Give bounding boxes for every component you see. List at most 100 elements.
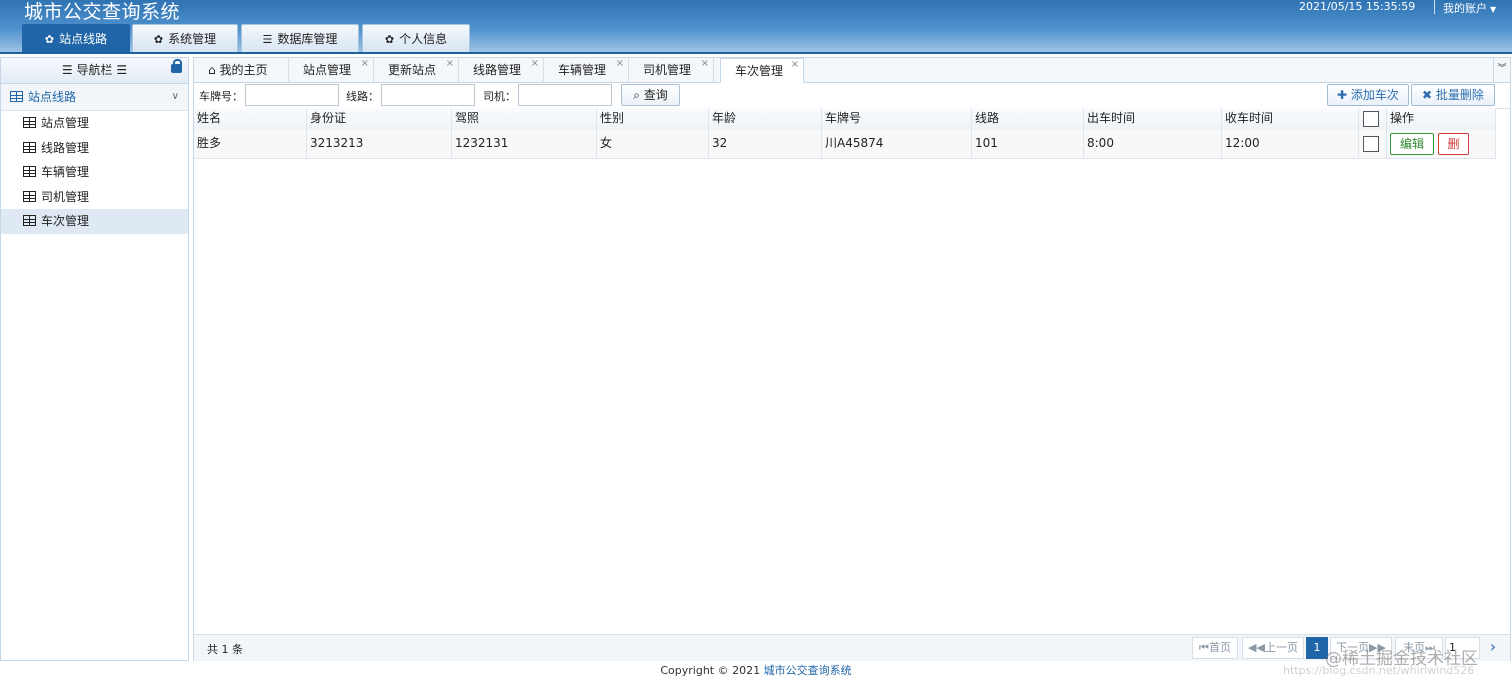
current-datetime: 2021/05/15 15:35:59 — [1299, 0, 1416, 13]
cell-age: 32 — [709, 130, 822, 158]
tab-label: 司机管理 — [643, 63, 692, 77]
plus-icon: ✚ — [1337, 88, 1351, 102]
close-icon[interactable]: × — [446, 52, 454, 76]
column-header[interactable]: 身份证 — [307, 108, 452, 130]
lock-icon[interactable] — [171, 59, 182, 73]
search-icon: ⌕ — [633, 88, 644, 102]
add-trip-label: 添加车次 — [1350, 88, 1399, 102]
route-input[interactable] — [381, 84, 475, 106]
column-header[interactable]: 年龄 — [709, 108, 822, 130]
tab-trips[interactable]: 车次管理 × — [720, 58, 804, 83]
sidebar-item-vehicles[interactable]: 车辆管理 — [1, 160, 188, 185]
add-trip-button[interactable]: ✚ 添加车次 — [1327, 84, 1409, 106]
sidebar: ☰ 导航栏 ☰ 站点线路 ∨ 站点管理 线路管理 车辆管理 司机管理 车次管理 — [0, 57, 189, 661]
sidebar-item-drivers[interactable]: 司机管理 — [1, 185, 188, 210]
query-button-label: 查询 — [643, 88, 668, 102]
account-label: 我的账户 — [1443, 2, 1487, 15]
sidebar-item-stations[interactable]: 站点管理 — [1, 111, 188, 136]
sidebar-item-label: 车次管理 — [41, 214, 90, 229]
column-header[interactable]: 车牌号 — [822, 108, 972, 130]
sidebar-item-label: 车辆管理 — [41, 165, 90, 180]
pagination-bar: 共 1 条 ⏮首页 ◀◀上一页 1 下一页▶▶ 末页⏭ 1 › — [194, 634, 1510, 661]
cell-gender: 女 — [597, 130, 709, 158]
column-header[interactable]: 性别 — [597, 108, 709, 130]
tab-update-station[interactable]: 更新站点 × — [374, 58, 459, 82]
table-icon — [23, 117, 36, 128]
watermark: @稀土掘金技术社区 — [1325, 649, 1478, 669]
tab-drivers[interactable]: 司机管理 × — [629, 58, 714, 82]
main-tab-database[interactable]: ☰ 数据库管理 — [241, 24, 359, 52]
column-header: 操作 — [1387, 108, 1496, 130]
tab-scroll-button[interactable]: ︾ — [1493, 58, 1510, 82]
cell-id-card: 3213213 — [307, 130, 452, 158]
tab-home[interactable]: ⌂ 我的主页 — [194, 58, 289, 82]
main-tab-label: 系统管理 — [168, 32, 217, 46]
chevron-right-icon: › — [1489, 637, 1497, 656]
close-icon[interactable]: × — [616, 52, 624, 76]
go-page-button[interactable]: › — [1482, 637, 1504, 659]
tab-routes[interactable]: 线路管理 × — [459, 58, 544, 82]
row-select-cell — [1359, 130, 1387, 158]
search-toolbar: 车牌号： 线路： 司机： ⌕ 查询 ✚ 添加车次 ✖ 批量删除 — [194, 82, 1510, 109]
driver-input[interactable] — [518, 84, 612, 106]
gear-icon: ✿ — [384, 33, 395, 46]
main-tab-system[interactable]: ✿ 系统管理 — [132, 24, 238, 52]
delete-button[interactable]: 删 — [1438, 133, 1469, 155]
row-checkbox[interactable] — [1363, 135, 1379, 152]
app-header: 城市公交查询系统 2021/05/15 15:35:59 我的账户 ▼ ✿ 站点线路… — [0, 0, 1512, 54]
column-header[interactable]: 线路 — [972, 108, 1084, 130]
tab-label: 线路管理 — [473, 63, 522, 77]
menu-icon: ☰ — [112, 63, 128, 77]
home-icon: ⌂ — [208, 63, 220, 77]
driver-label: 司机： — [483, 90, 516, 103]
rewind-icon: ◀◀ — [1248, 641, 1265, 654]
content-tabbar: ⌂ 我的主页 站点管理 × 更新站点 × 线路管理 × 车辆管理 × 司机管理 × 车次管… — [194, 58, 1510, 83]
sidebar-item-routes[interactable]: 线路管理 — [1, 136, 188, 161]
tab-stations[interactable]: 站点管理 × — [289, 58, 374, 82]
content-panel: ⌂ 我的主页 站点管理 × 更新站点 × 线路管理 × 车辆管理 × 司机管理 × 车次管… — [193, 57, 1511, 661]
tab-label: 车辆管理 — [558, 63, 607, 77]
edit-button[interactable]: 编辑 — [1390, 133, 1434, 155]
sidebar-item-label: 站点管理 — [41, 116, 90, 130]
close-icon[interactable]: × — [531, 52, 539, 76]
plate-input[interactable] — [245, 84, 339, 106]
close-icon[interactable]: × — [361, 52, 369, 76]
sidebar-group-station-route[interactable]: 站点线路 ∨ — [1, 84, 188, 111]
table-header: 姓名 身份证 驾照 性别 年龄 车牌号 线路 出车时间 收车时间 操作 — [194, 108, 1496, 131]
sidebar-group-label: 站点线路 — [28, 90, 77, 104]
footer-system-link[interactable]: 城市公交查询系统 — [764, 664, 852, 677]
column-header[interactable]: 驾照 — [452, 108, 597, 130]
sidebar-item-trips[interactable]: 车次管理 — [1, 209, 188, 234]
caret-down-icon: ▼ — [1490, 5, 1497, 14]
cell-return-time: 12:00 — [1222, 130, 1359, 158]
select-all-checkbox[interactable] — [1363, 110, 1379, 127]
tab-vehicles[interactable]: 车辆管理 × — [544, 58, 629, 82]
select-all-cell — [1359, 108, 1387, 130]
batch-delete-button[interactable]: ✖ 批量删除 — [1411, 84, 1495, 106]
column-header[interactable]: 出车时间 — [1084, 108, 1222, 130]
column-header[interactable]: 姓名 — [194, 108, 307, 130]
first-page-button[interactable]: ⏮首页 — [1192, 637, 1238, 659]
account-menu[interactable]: 我的账户 ▼ — [1443, 0, 1496, 16]
main-tab-label: 个人信息 — [399, 32, 448, 46]
tab-label: 站点管理 — [303, 63, 352, 77]
database-icon: ☰ — [262, 33, 273, 46]
prev-page-button[interactable]: ◀◀上一页 — [1242, 637, 1304, 659]
tab-label: 车次管理 — [735, 64, 784, 78]
main-tab-profile[interactable]: ✿ 个人信息 — [362, 24, 470, 52]
tab-label: 更新站点 — [388, 63, 437, 77]
app-title: 城市公交查询系统 — [24, 1, 181, 23]
tab-label: 我的主页 — [219, 63, 268, 77]
total-count: 共 1 条 — [207, 643, 243, 656]
table-row[interactable]: 胜多 3213213 1232131 女 32 川A45874 101 8:00… — [194, 130, 1496, 159]
table-icon — [23, 215, 36, 227]
first-page-icon: ⏮ — [1199, 641, 1209, 654]
gear-icon: ✿ — [153, 33, 164, 46]
cell-actions: 编辑 删 — [1387, 130, 1496, 158]
cell-name: 胜多 — [194, 130, 307, 158]
main-tab-station-route[interactable]: ✿ 站点线路 — [22, 24, 130, 52]
close-icon[interactable]: × — [791, 53, 799, 77]
column-header[interactable]: 收车时间 — [1222, 108, 1359, 130]
close-icon[interactable]: × — [701, 52, 709, 76]
query-button[interactable]: ⌕ 查询 — [621, 84, 680, 106]
